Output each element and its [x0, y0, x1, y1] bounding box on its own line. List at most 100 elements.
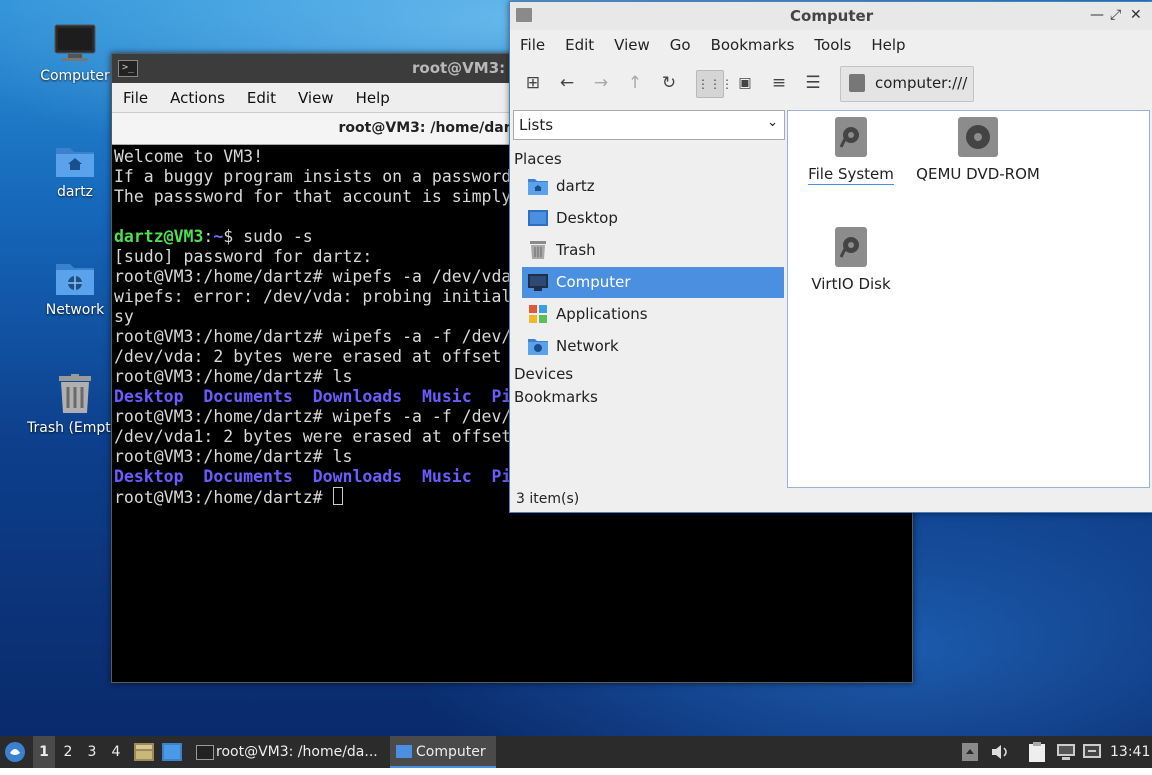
workspace-3[interactable]: 3: [81, 736, 103, 768]
detailed-list-view-icon[interactable]: ☰: [800, 70, 826, 96]
status-bar: 3 item(s): [516, 491, 580, 507]
file-item-label: QEMU DVD-ROM: [916, 165, 1040, 183]
menu-actions[interactable]: Actions: [159, 89, 236, 107]
location-bar[interactable]: computer:///: [840, 66, 974, 102]
file-manager-window[interactable]: Computer — ⤢ ✕ File Edit View Go Bookmar…: [509, 1, 1152, 513]
workspace-4[interactable]: 4: [105, 736, 127, 768]
side-pane-selector-value: Lists: [519, 116, 554, 134]
sidebar-item-label: Trash: [556, 241, 596, 259]
menu-help[interactable]: Help: [345, 89, 401, 107]
terminal-line: /dev/vda1: 2 bytes were erased at offset: [114, 427, 512, 446]
ls-entry: Downloads: [312, 387, 403, 406]
location-text: computer:///: [875, 74, 968, 92]
menu-go[interactable]: Go: [660, 36, 701, 54]
reload-icon[interactable]: ↻: [656, 70, 682, 96]
clipboard-icon[interactable]: [1028, 736, 1048, 768]
task-computer[interactable]: Computer: [390, 736, 496, 768]
sidebar-item-desktop[interactable]: Desktop: [522, 203, 784, 234]
file-view-pane[interactable]: File System QEMU DVD-ROM VirtIO Disk: [787, 110, 1150, 488]
desktop-icon-computer[interactable]: Computer: [27, 24, 123, 84]
workspace-2[interactable]: 2: [57, 736, 79, 768]
network-status-icon[interactable]: [1056, 736, 1076, 768]
terminal-line: wipefs: error: /dev/vda: probing initial: [114, 287, 512, 306]
terminal-line: root@VM3:/home/dartz# wipefs -a -f /dev/: [114, 407, 512, 426]
sidebar-item-applications[interactable]: Applications: [522, 299, 784, 330]
ls-entry: Desktop: [114, 467, 184, 486]
menu-file[interactable]: File: [510, 36, 555, 54]
sidebar-item-dartz[interactable]: dartz: [522, 171, 784, 202]
sidebar-item-label: Computer: [556, 273, 631, 291]
up-arrow-icon[interactable]: ↑: [622, 70, 648, 96]
notification-icon[interactable]: [1082, 736, 1102, 768]
menu-file[interactable]: File: [112, 89, 159, 107]
menu-view[interactable]: View: [604, 36, 660, 54]
terminal-line: If a buggy program insists on a password: [114, 167, 512, 186]
terminal-line: root@VM3:/home/dartz# wipefs -a -f /dev/: [114, 327, 512, 346]
file-manager-titlebar[interactable]: Computer — ⤢ ✕: [510, 2, 1152, 30]
places-heading[interactable]: Places: [514, 150, 562, 168]
computer-icon: [528, 273, 548, 291]
task-terminal[interactable]: root@VM3: /home/da...: [190, 736, 386, 768]
side-pane-selector[interactable]: Lists ⌄: [513, 110, 785, 140]
sidebar-item-label: Desktop: [556, 209, 618, 227]
compact-view-icon[interactable]: ≡: [766, 70, 792, 96]
desktop-icon-trash[interactable]: Trash (Empty): [27, 374, 123, 436]
ls-entry: Music: [421, 387, 472, 406]
bookmarks-heading[interactable]: Bookmarks: [514, 388, 598, 406]
sidebar-item-label: Applications: [556, 305, 648, 323]
desktop-icon: [528, 209, 548, 227]
prompt-path: ~: [213, 227, 224, 246]
menu-tools[interactable]: Tools: [804, 36, 861, 54]
menu-edit[interactable]: Edit: [236, 89, 287, 107]
icon-view-icon[interactable]: ⋮⋮⋮: [696, 70, 733, 98]
desktop: Computer dartz Network Trash (Empty) >_ …: [0, 0, 1152, 736]
network-folder-icon: [528, 337, 548, 355]
devices-heading[interactable]: Devices: [514, 365, 573, 383]
file-item-label: VirtIO Disk: [811, 275, 891, 293]
close-icon[interactable]: ✕: [1130, 7, 1142, 23]
optical-drive-icon: [958, 117, 998, 157]
start-menu-icon[interactable]: [4, 736, 28, 768]
menu-view[interactable]: View: [287, 89, 345, 107]
file-item[interactable]: VirtIO Disk: [800, 227, 902, 293]
clock[interactable]: 13:41: [1110, 736, 1150, 768]
terminal-app-icon: >_: [118, 60, 138, 77]
terminal-line: [sudo] password for dartz:: [114, 247, 373, 266]
menu-edit[interactable]: Edit: [555, 36, 604, 54]
forward-arrow-icon[interactable]: →: [588, 70, 614, 96]
desktop-icon-dartz[interactable]: dartz: [27, 142, 123, 200]
sidebar-item-trash[interactable]: Trash: [522, 235, 784, 266]
task-label: Computer: [416, 744, 486, 760]
trash-icon: [57, 374, 93, 414]
desktop-icon-network[interactable]: Network: [27, 258, 123, 318]
new-tab-icon[interactable]: ⊞: [520, 70, 546, 96]
applications-icon: [528, 305, 548, 323]
ls-entry: Documents: [203, 387, 293, 406]
menu-help[interactable]: Help: [861, 36, 915, 54]
terminal-icon: [196, 745, 214, 760]
maximize-icon[interactable]: ⤢: [1110, 7, 1121, 23]
terminal-line: root@VM3:/home/dartz# wipefs -a /dev/vda: [114, 267, 512, 286]
menu-bookmarks[interactable]: Bookmarks: [701, 36, 805, 54]
file-item[interactable]: QEMU DVD-ROM: [916, 117, 1040, 183]
task-label: root@VM3: /home/da...: [216, 744, 378, 760]
network-folder-icon: [55, 258, 95, 296]
file-item[interactable]: File System: [800, 117, 902, 185]
terminal-cursor: [332, 487, 343, 505]
volume-icon[interactable]: [990, 736, 1010, 768]
sidebar-item-computer[interactable]: Computer: [522, 267, 784, 298]
file-manager-launcher-icon[interactable]: [134, 736, 156, 768]
drive-icon: [835, 227, 867, 267]
drive-icon: [835, 117, 867, 157]
thumbnail-view-icon[interactable]: ▣: [732, 70, 758, 96]
trash-icon: [528, 241, 548, 259]
desktop-icon-label: dartz: [56, 184, 94, 200]
back-arrow-icon[interactable]: ←: [554, 70, 580, 96]
chevron-down-icon: ⌄: [767, 115, 778, 130]
tray-up-arrow-icon[interactable]: [962, 736, 980, 768]
workspace-1[interactable]: 1: [33, 736, 55, 768]
sidebar-item-network[interactable]: Network: [522, 331, 784, 362]
minimize-icon[interactable]: —: [1090, 7, 1104, 23]
show-desktop-icon[interactable]: [162, 736, 184, 768]
home-folder-icon: [55, 142, 95, 178]
